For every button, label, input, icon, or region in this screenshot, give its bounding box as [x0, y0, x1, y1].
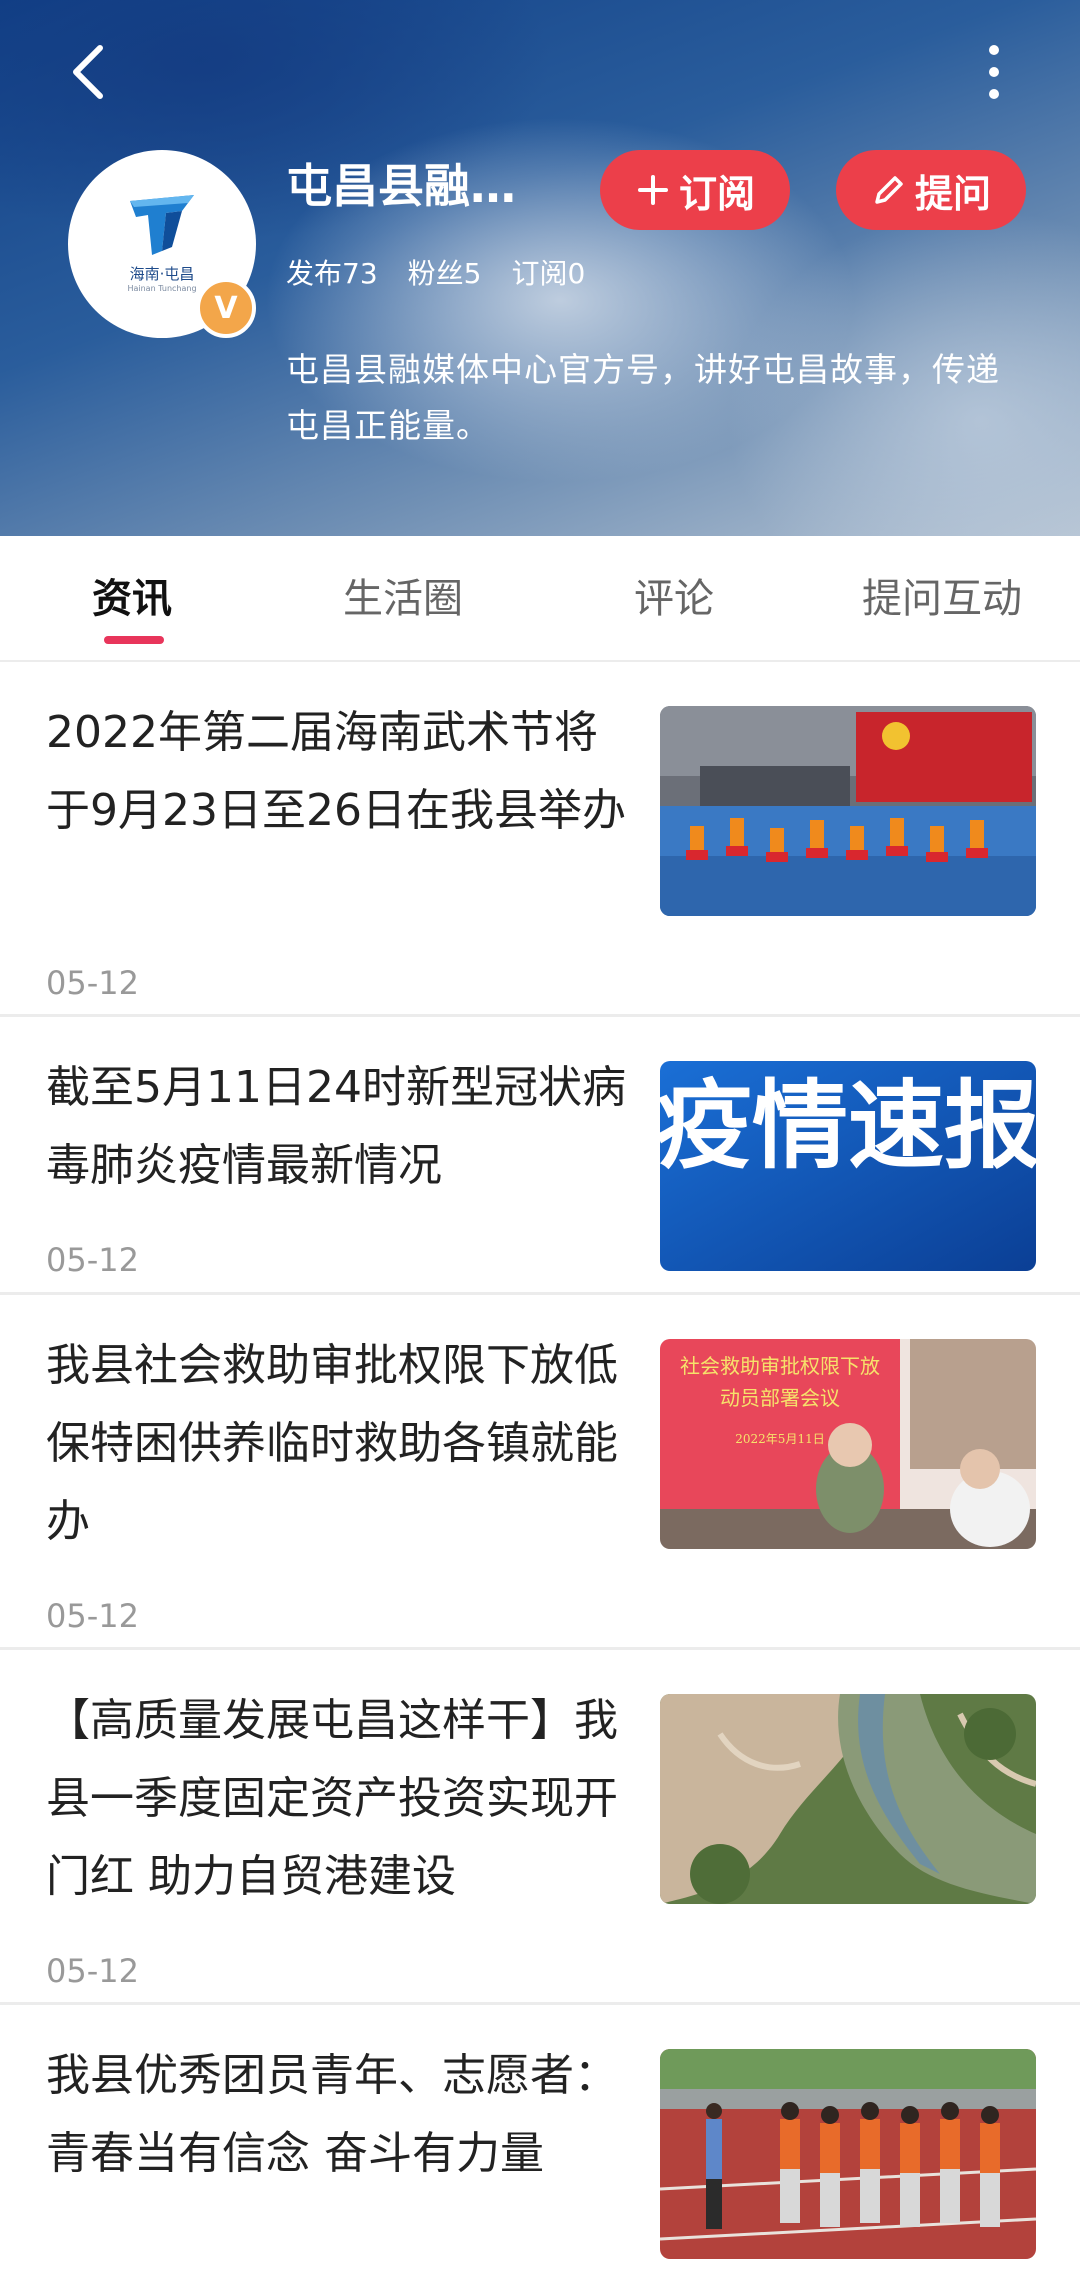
news-item[interactable]: 【高质量发展屯昌这样干】我县一季度固定资产投资实现开门红 助力自贸港建设 05-… [0, 1650, 1080, 2005]
tab-news[interactable]: 资讯 [92, 566, 172, 624]
account-name: 屯昌县融… [286, 159, 516, 213]
news-title[interactable]: 【高质量发展屯昌这样干】我县一季度固定资产投资实现开门红 助力自贸港建设 [46, 1682, 632, 1916]
tab-life-circle[interactable]: 生活圈 [343, 566, 463, 624]
more-options-icon[interactable] [970, 40, 1018, 104]
thumbnail-text: 疫情速报 [660, 1070, 1036, 1182]
subscriptions-count[interactable]: 订阅0 [511, 252, 585, 292]
tab-qa-interaction[interactable]: 提问互动 [862, 566, 1022, 624]
thumbnail-text-1: 社会救助审批权限下放 [680, 1354, 880, 1378]
news-thumbnail[interactable] [660, 1694, 1036, 1904]
news-title[interactable]: 截至5月11日24时新型冠状病毒肺炎疫情最新情况 [46, 1049, 632, 1205]
account-stats: 发布73 粉丝5 订阅0 [286, 252, 585, 292]
news-title[interactable]: 我县优秀团员青年、志愿者：青春当有信念 奋斗有力量 [46, 2037, 632, 2193]
logo-text: 海南·屯昌 [129, 265, 195, 283]
account-intro: 屯昌县融媒体中心官方号，讲好屯昌故事，传递屯昌正能量。 [286, 350, 1000, 445]
active-tab-indicator [104, 636, 164, 644]
logo-subtext: Hainan Tunchang [127, 284, 197, 293]
news-date: 05-12 [46, 964, 139, 1002]
thumbnail-text-3: 2022年5月11日 [735, 1432, 824, 1446]
news-date: 05-12 [46, 1241, 139, 1279]
thumbnail-text-2: 动员部署会议 [720, 1386, 840, 1410]
news-date: 05-12 [46, 1597, 139, 1635]
tab-bar: 资讯 生活圈 评论 提问互动 [0, 536, 1080, 662]
verified-badge: V [196, 278, 256, 338]
pencil-icon [875, 176, 903, 204]
tunchang-logo-icon [130, 195, 194, 255]
back-icon[interactable] [60, 40, 120, 104]
news-item[interactable]: 截至5月11日24时新型冠状病毒肺炎疫情最新情况 05-12 疫情速报 [0, 1017, 1080, 1295]
news-thumbnail[interactable]: 社会救助审批权限下放 动员部署会议 2022年5月11日 [660, 1339, 1036, 1549]
news-thumbnail[interactable] [660, 706, 1036, 916]
profile-header: 海南·屯昌 Hainan Tunchang V 屯昌县融… 订阅 提问 发布73… [0, 0, 1080, 536]
news-thumbnail[interactable] [660, 2049, 1036, 2259]
posts-count[interactable]: 发布73 [286, 252, 378, 292]
subscribe-button[interactable]: 订阅 [600, 150, 790, 230]
news-date: 05-12 [46, 1952, 139, 1990]
plus-icon [637, 175, 668, 205]
ask-question-button[interactable]: 提问 [836, 150, 1026, 230]
fans-count[interactable]: 粉丝5 [408, 252, 482, 292]
news-thumbnail[interactable]: 疫情速报 [660, 1061, 1036, 1271]
ask-label: 提问 [914, 171, 991, 216]
news-item[interactable]: 我县优秀团员青年、志愿者：青春当有信念 奋斗有力量 [0, 2005, 1080, 2270]
news-item[interactable]: 2022年第二届海南武术节将于9月23日至26日在我县举办 05-12 [0, 662, 1080, 1017]
news-item[interactable]: 我县社会救助审批权限下放低保特困供养临时救助各镇就能办 05-12 社会救助审批… [0, 1295, 1080, 1650]
subscribe-label: 订阅 [678, 171, 755, 216]
news-title[interactable]: 2022年第二届海南武术节将于9月23日至26日在我县举办 [46, 694, 632, 850]
tab-comments[interactable]: 评论 [634, 566, 714, 624]
news-title[interactable]: 我县社会救助审批权限下放低保特困供养临时救助各镇就能办 [46, 1327, 632, 1561]
